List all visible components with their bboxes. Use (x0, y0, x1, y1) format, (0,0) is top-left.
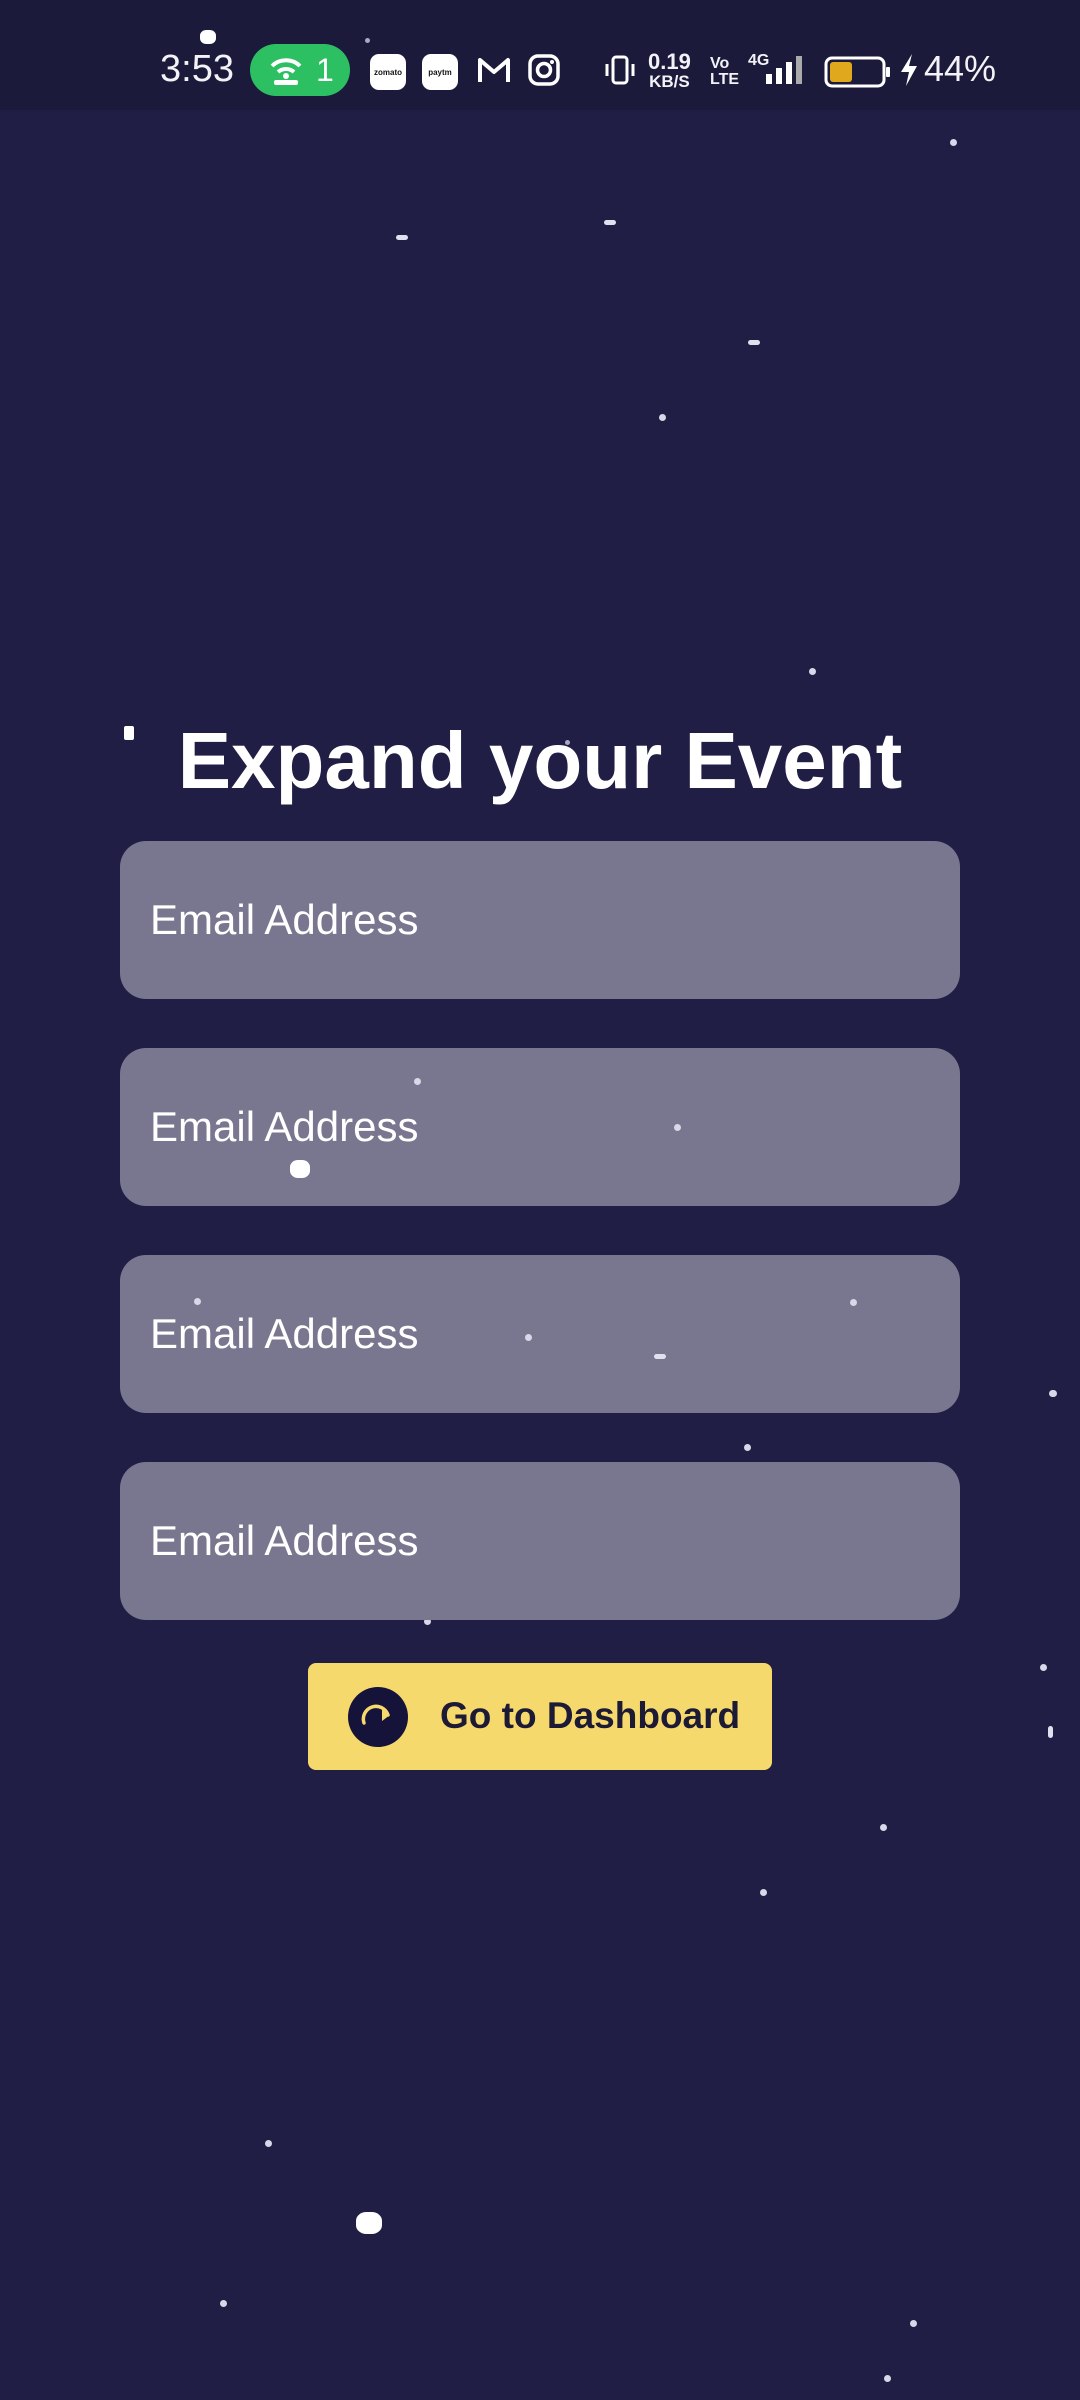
email-field-4[interactable]: Email Address (120, 1462, 960, 1620)
star (850, 1299, 857, 1306)
hotspot-indicator[interactable]: 1 (250, 44, 350, 96)
star (290, 1160, 310, 1178)
status-bar: 3:53 1 zomato paytm 0.19 KB/S Vo LTE 4G (0, 0, 1080, 110)
zomato-icon: zomato (370, 54, 406, 90)
email-field-placeholder: Email Address (150, 1103, 419, 1150)
star (744, 1444, 751, 1451)
email-field-placeholder: Email Address (150, 896, 419, 943)
net-speed-value: 0.19 (648, 49, 691, 74)
star (910, 2320, 917, 2327)
volte-indicator: Vo LTE (710, 56, 739, 88)
star (396, 235, 408, 240)
star (1050, 1390, 1057, 1397)
paytm-icon: paytm (422, 54, 458, 90)
star (356, 2212, 382, 2234)
instagram-icon (528, 54, 560, 86)
signal-icon (766, 56, 802, 84)
email-field-3[interactable]: Email Address (120, 1255, 960, 1413)
star (265, 2140, 272, 2147)
go-to-dashboard-button[interactable]: Go to Dashboard (308, 1663, 772, 1770)
redo-arrow-icon (348, 1687, 408, 1747)
page-title: Expand your Event (177, 716, 903, 805)
star (748, 340, 760, 345)
go-to-dashboard-label: Go to Dashboard (440, 1695, 741, 1736)
star (525, 1334, 532, 1341)
star (1048, 1726, 1053, 1738)
status-time: 3:53 (160, 48, 234, 90)
battery-icon (824, 56, 890, 88)
star (950, 139, 957, 146)
star (659, 414, 666, 421)
email-field-1[interactable]: Email Address (120, 841, 960, 999)
star (880, 1824, 887, 1831)
net-speed-unit: KB/S (649, 72, 690, 91)
star (884, 2375, 891, 2382)
star (654, 1354, 666, 1359)
star (604, 220, 616, 225)
gmail-icon (478, 58, 510, 82)
star (809, 668, 816, 675)
vibrate-icon (605, 55, 635, 85)
email-field-placeholder: Email Address (150, 1310, 419, 1357)
hotspot-icon (270, 58, 302, 85)
star (220, 2300, 227, 2307)
net-speed: 0.19 KB/S (648, 49, 691, 92)
volte-top: Vo (710, 55, 730, 72)
star (414, 1078, 421, 1085)
star (365, 38, 370, 43)
star (674, 1124, 681, 1131)
email-field-placeholder: Email Address (150, 1517, 419, 1564)
charging-icon (901, 54, 917, 86)
star (200, 30, 216, 44)
star (1040, 1664, 1047, 1671)
star (194, 1298, 201, 1305)
hotspot-count: 1 (316, 52, 334, 88)
star (760, 1889, 767, 1896)
battery-percent: 44% (924, 48, 997, 89)
volte-bottom: LTE (710, 71, 740, 88)
email-field-2[interactable]: Email Address (120, 1048, 960, 1206)
